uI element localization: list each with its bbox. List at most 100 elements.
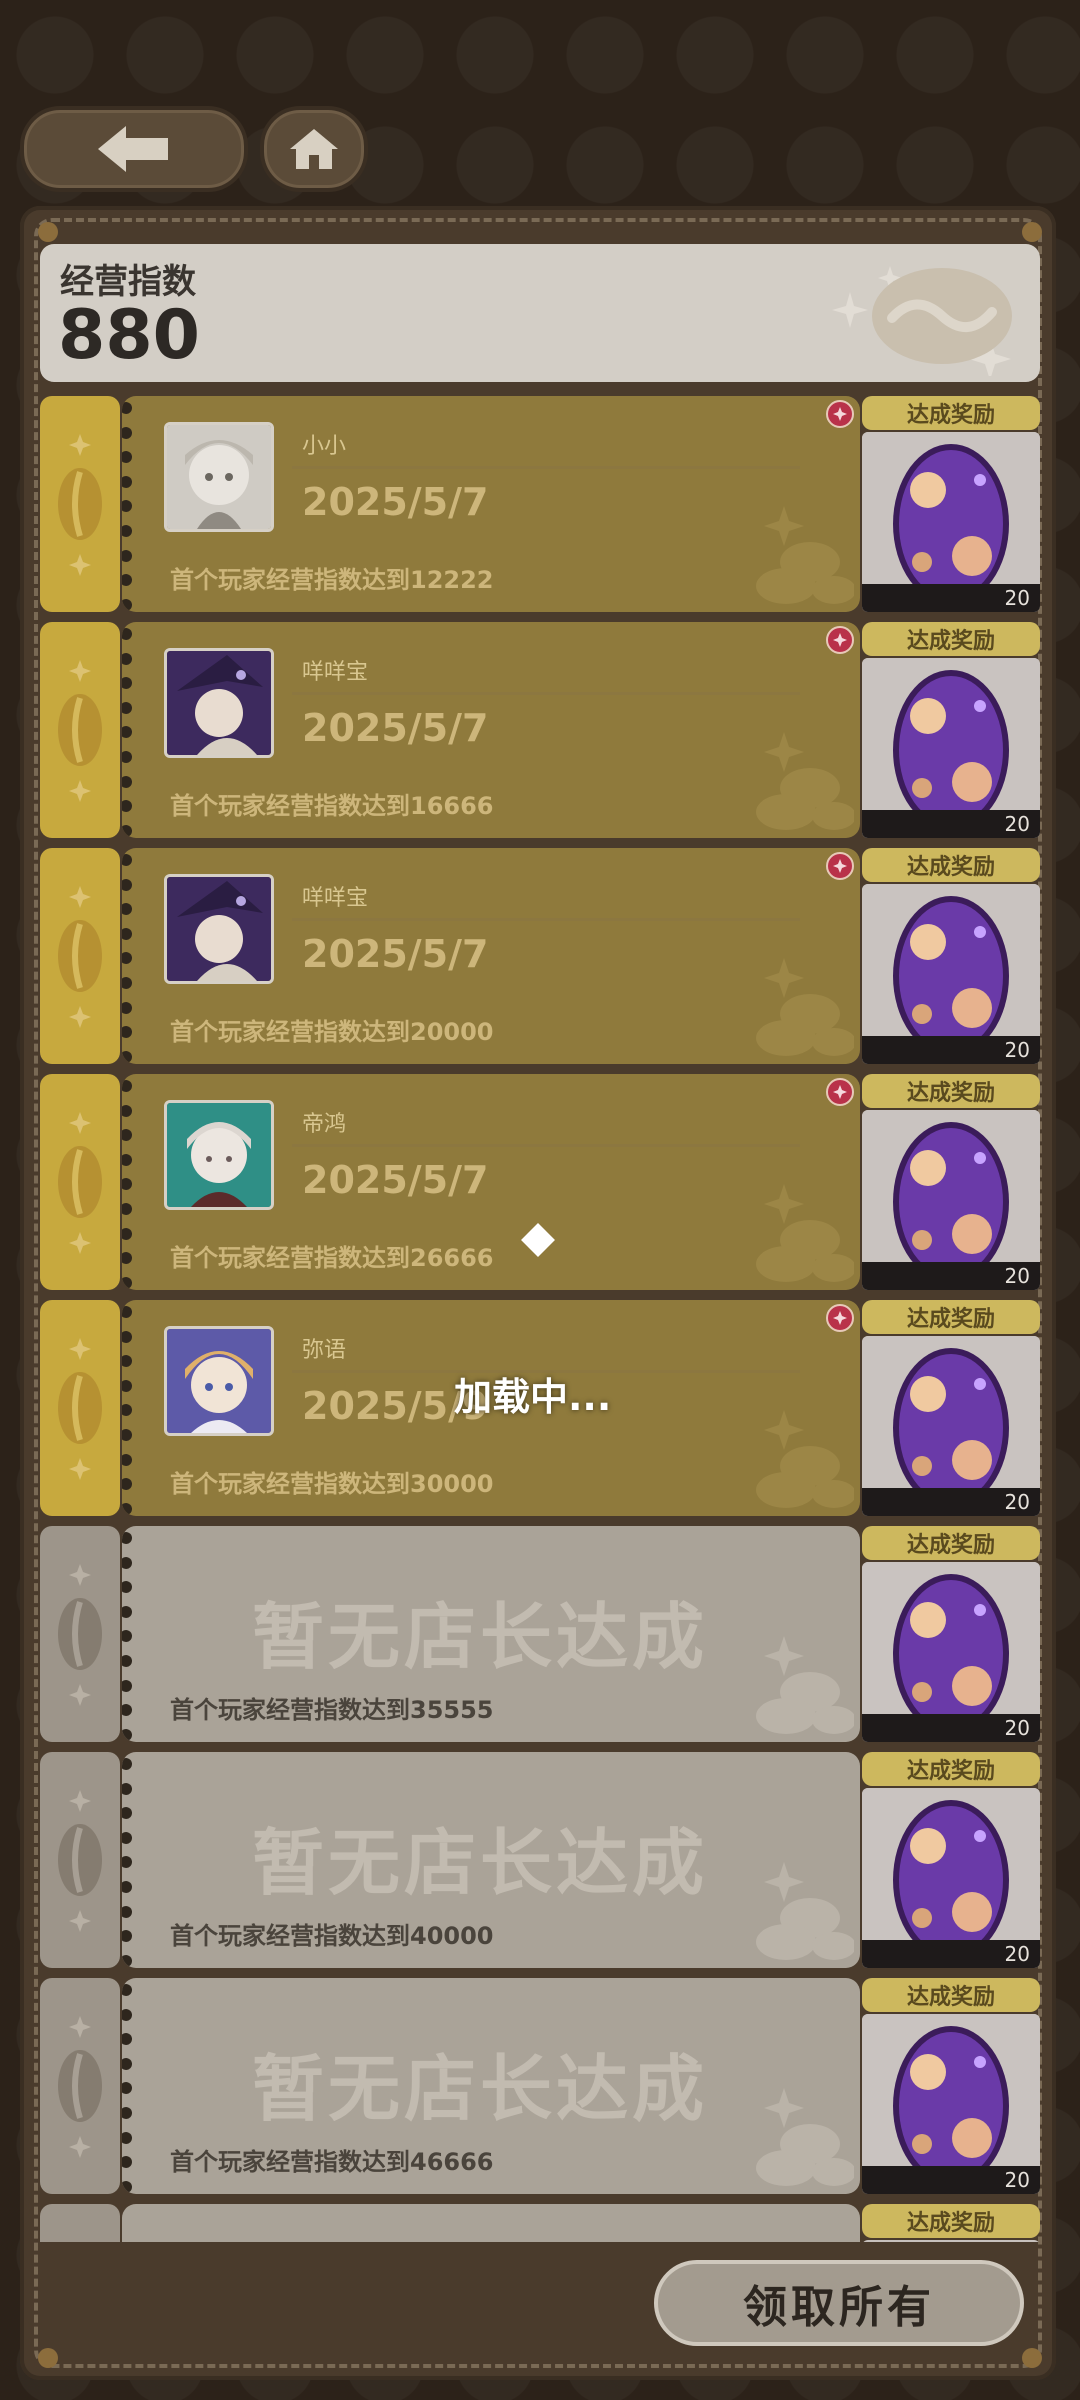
- divider: [292, 466, 800, 469]
- reward-label: 达成奖励: [862, 1752, 1040, 1786]
- coffee-bean-icon: [58, 2016, 102, 2158]
- ticket-card: 咩咩宝 2025/5/7 首个玩家经营指数达到16666: [122, 622, 860, 838]
- coffee-bean-icon: [832, 266, 1012, 376]
- score-value: 880: [58, 296, 200, 375]
- empty-state-text: 暂无店长达成: [252, 1595, 709, 1679]
- reward-count: 20: [862, 1940, 1040, 1968]
- red-dot-badge-icon: [826, 400, 854, 428]
- ticket-stub: [40, 1978, 120, 2194]
- milestone-condition: 首个玩家经营指数达到35555: [170, 1696, 494, 1724]
- reward-item[interactable]: 20: [862, 1110, 1040, 1290]
- milestone-condition: 首个玩家经营指数达到12222: [170, 566, 494, 594]
- reward-count: 20: [862, 584, 1040, 612]
- reward-item[interactable]: [862, 2240, 1040, 2242]
- divider: [292, 1144, 800, 1147]
- ticket-perforation: [122, 1080, 134, 1289]
- reward-item[interactable]: 20: [862, 2014, 1040, 2194]
- reward-label: 达成奖励: [862, 1978, 1040, 2012]
- player-avatar[interactable]: [164, 422, 274, 532]
- achieve-date: 2025/5/7: [302, 1158, 489, 1202]
- ticket-card: 帝鸿 2025/5/7 首个玩家经营指数达到26666: [122, 1074, 860, 1290]
- reward-item[interactable]: 20: [862, 884, 1040, 1064]
- reward-count: 20: [862, 2166, 1040, 2194]
- reward-label: 达成奖励: [862, 396, 1040, 430]
- corner-rivet: [38, 2348, 58, 2368]
- coffee-bean-icon: [58, 1338, 102, 1480]
- milestone-condition: 首个玩家经营指数达到30000: [170, 1470, 494, 1498]
- ticket-perforation: [122, 1984, 134, 2193]
- milestone-condition: 首个玩家经营指数达到40000: [170, 1922, 494, 1950]
- coffee-bean-icon: [58, 1112, 102, 1254]
- red-dot-badge-icon: [826, 1078, 854, 1106]
- milestone-list[interactable]: 小小 2025/5/7 首个玩家经营指数达到12222 达成奖励 20 咩咩宝 …: [40, 396, 1040, 2242]
- ticket-perforation: [122, 628, 134, 837]
- ticket-stub: [40, 1752, 120, 1968]
- ticket-stub: [40, 2204, 120, 2242]
- list-item: 小小 2025/5/7 首个玩家经营指数达到12222 达成奖励 20: [40, 396, 1040, 612]
- home-icon: [290, 129, 338, 169]
- ticket-stub: [40, 1526, 120, 1742]
- ticket-perforation: [122, 1758, 134, 1967]
- divider: [292, 918, 800, 921]
- ticket-stub: [40, 1074, 120, 1290]
- coffee-bean-icon: [58, 886, 102, 1028]
- loading-text: 加载中...: [454, 1375, 612, 1419]
- ticket-stub: [40, 848, 120, 1064]
- arrow-left-icon: [98, 126, 168, 172]
- list-item: 达成奖励: [40, 2204, 1040, 2242]
- list-item: 暂无店长达成 首个玩家经营指数达到35555 达成奖励 20: [40, 1526, 1040, 1742]
- player-avatar[interactable]: [164, 1326, 274, 1436]
- back-button[interactable]: [20, 106, 248, 192]
- milestone-condition: 首个玩家经营指数达到26666: [170, 1244, 494, 1272]
- reward-item[interactable]: 20: [862, 1788, 1040, 1968]
- coffee-bean-icon: [58, 660, 102, 802]
- achieve-date: 2025/5/7: [302, 706, 489, 750]
- ticket-stub: [40, 622, 120, 838]
- player-name: 咩咩宝: [302, 660, 369, 685]
- ticket-stub: [40, 1300, 120, 1516]
- ticket-card: 暂无店长达成 首个玩家经营指数达到35555: [122, 1526, 860, 1742]
- player-avatar[interactable]: [164, 1100, 274, 1210]
- milestone-condition: 首个玩家经营指数达到20000: [170, 1018, 494, 1046]
- reward-label: 达成奖励: [862, 848, 1040, 882]
- ticket-perforation: [122, 854, 134, 1063]
- ticket-card: 暂无店长达成 首个玩家经营指数达到40000: [122, 1752, 860, 1968]
- coffee-beans-icon: [756, 958, 854, 1056]
- reward-item[interactable]: 20: [862, 432, 1040, 612]
- coffee-beans-icon: [756, 1410, 854, 1508]
- coffee-bean-icon: [58, 434, 102, 576]
- ticket-card: 暂无店长达成 首个玩家经营指数达到46666: [122, 1978, 860, 2194]
- coffee-beans-icon: [756, 2088, 854, 2186]
- reward-count: 20: [862, 1262, 1040, 1290]
- ticket-stub: [40, 396, 120, 612]
- red-dot-badge-icon: [826, 1304, 854, 1332]
- corner-rivet: [1022, 2348, 1042, 2368]
- list-item: 暂无店长达成 首个玩家经营指数达到46666 达成奖励 20: [40, 1978, 1040, 2194]
- reward-label: 达成奖励: [862, 2204, 1040, 2238]
- reward-count: 20: [862, 810, 1040, 838]
- list-item: 暂无店长达成 首个玩家经营指数达到40000 达成奖励 20: [40, 1752, 1040, 1968]
- reward-item[interactable]: 20: [862, 658, 1040, 838]
- player-avatar[interactable]: [164, 648, 274, 758]
- reward-label: 达成奖励: [862, 1074, 1040, 1108]
- divider: [292, 692, 800, 695]
- player-name: 帝鸿: [302, 1112, 347, 1137]
- corner-rivet: [1022, 222, 1042, 242]
- achieve-date: 2025/5/7: [302, 480, 489, 524]
- reward-label: 达成奖励: [862, 1300, 1040, 1334]
- ticket-card: 小小 2025/5/7 首个玩家经营指数达到12222: [122, 396, 860, 612]
- reward-count: 20: [862, 1488, 1040, 1516]
- ticket-perforation: [122, 1532, 134, 1741]
- red-dot-badge-icon: [826, 626, 854, 654]
- reward-item[interactable]: 20: [862, 1562, 1040, 1742]
- list-item: 帝鸿 2025/5/7 首个玩家经营指数达到26666 达成奖励 20: [40, 1074, 1040, 1290]
- player-name: 小小: [302, 434, 347, 459]
- home-button[interactable]: [260, 106, 368, 192]
- ticket-perforation: [122, 1306, 134, 1515]
- player-name: 咩咩宝: [302, 886, 369, 911]
- milestone-condition: 首个玩家经营指数达到46666: [170, 2148, 494, 2176]
- player-avatar[interactable]: [164, 874, 274, 984]
- reward-label: 达成奖励: [862, 622, 1040, 656]
- claim-all-button[interactable]: 领取所有: [654, 2260, 1024, 2346]
- reward-item[interactable]: 20: [862, 1336, 1040, 1516]
